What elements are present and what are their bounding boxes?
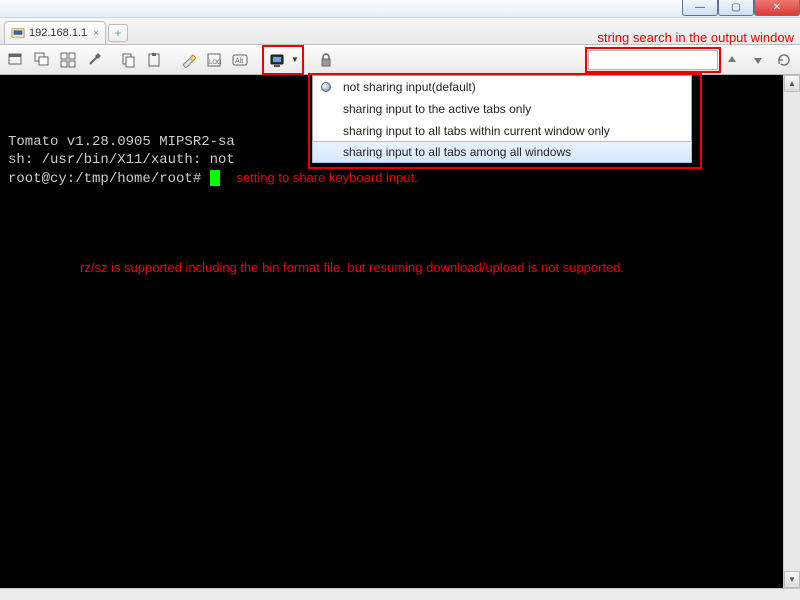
refresh-button[interactable] [772, 48, 796, 72]
cascade-windows-button[interactable] [30, 48, 54, 72]
tab-title: 192.168.1.1 [29, 27, 87, 39]
share-input-dropdown: not sharing input(default) sharing input… [312, 75, 692, 163]
new-tab-button[interactable]: + [108, 24, 128, 42]
tile-windows-button[interactable] [56, 48, 80, 72]
tab-close-button[interactable]: × [93, 28, 99, 39]
copy-button[interactable] [116, 48, 140, 72]
share-option-current-window[interactable]: sharing input to all tabs within current… [313, 120, 691, 142]
scroll-down-button[interactable]: ▼ [784, 571, 800, 588]
menu-item-label: sharing input to all tabs within current… [343, 124, 610, 138]
search-next-button[interactable] [746, 48, 770, 72]
alt-button[interactable]: Alt [228, 48, 252, 72]
svg-text:Alt: Alt [235, 58, 243, 65]
annotation-search: string search in the output window [597, 30, 794, 45]
menu-item-label: not sharing input(default) [343, 80, 476, 94]
settings-button[interactable] [82, 48, 106, 72]
window-minimize-button[interactable]: — [682, 0, 718, 16]
search-prev-button[interactable] [720, 48, 744, 72]
putty-icon [11, 26, 25, 40]
share-input-dropdown-caret[interactable]: ▼ [289, 48, 301, 72]
paste-button[interactable] [142, 48, 166, 72]
radio-selected-icon [321, 82, 331, 92]
window-maximize-button[interactable]: ▢ [718, 0, 754, 16]
annotation-share: setting to share keyboard input. [236, 170, 417, 185]
terminal-prompt-line: root@cy:/tmp/home/root# setting to share… [8, 171, 418, 187]
share-input-button[interactable] [265, 48, 289, 72]
terminal-scrollbar[interactable]: ▲ ▼ [783, 75, 800, 588]
search-input[interactable] [588, 50, 718, 70]
annotation-rzsz: rz/sz is supported including the bin for… [80, 259, 792, 277]
share-option-active-tabs[interactable]: sharing input to the active tabs only [313, 98, 691, 120]
terminal-cursor [210, 170, 220, 186]
scroll-up-button[interactable]: ▲ [784, 75, 800, 92]
menu-item-label: sharing input to the active tabs only [343, 102, 531, 116]
log-button[interactable]: LOG [202, 48, 226, 72]
toolbar: LOG Alt ▼ [0, 45, 800, 75]
svg-text:LOG: LOG [209, 60, 222, 66]
lock-button[interactable] [314, 48, 338, 72]
terminal-line: sh: /usr/bin/X11/xauth: not [8, 152, 235, 168]
window-titlebar: — ▢ ✕ [0, 0, 800, 18]
terminal-line: Tomato v1.28.0905 MIPSR2-sa [8, 134, 235, 150]
clear-button[interactable] [176, 48, 200, 72]
share-option-all-windows[interactable]: sharing input to all tabs among all wind… [312, 141, 692, 163]
menu-item-label: sharing input to all tabs among all wind… [343, 145, 571, 159]
window-close-button[interactable]: ✕ [754, 0, 800, 16]
new-window-button[interactable] [4, 48, 28, 72]
share-option-none[interactable]: not sharing input(default) [313, 76, 691, 98]
share-input-button-highlight: ▼ [262, 45, 304, 75]
tab-session-1[interactable]: 192.168.1.1 × [4, 21, 106, 44]
scroll-track[interactable] [784, 92, 800, 571]
tab-bar: 192.168.1.1 × + string search in the out… [0, 18, 800, 45]
status-bar [0, 588, 800, 600]
